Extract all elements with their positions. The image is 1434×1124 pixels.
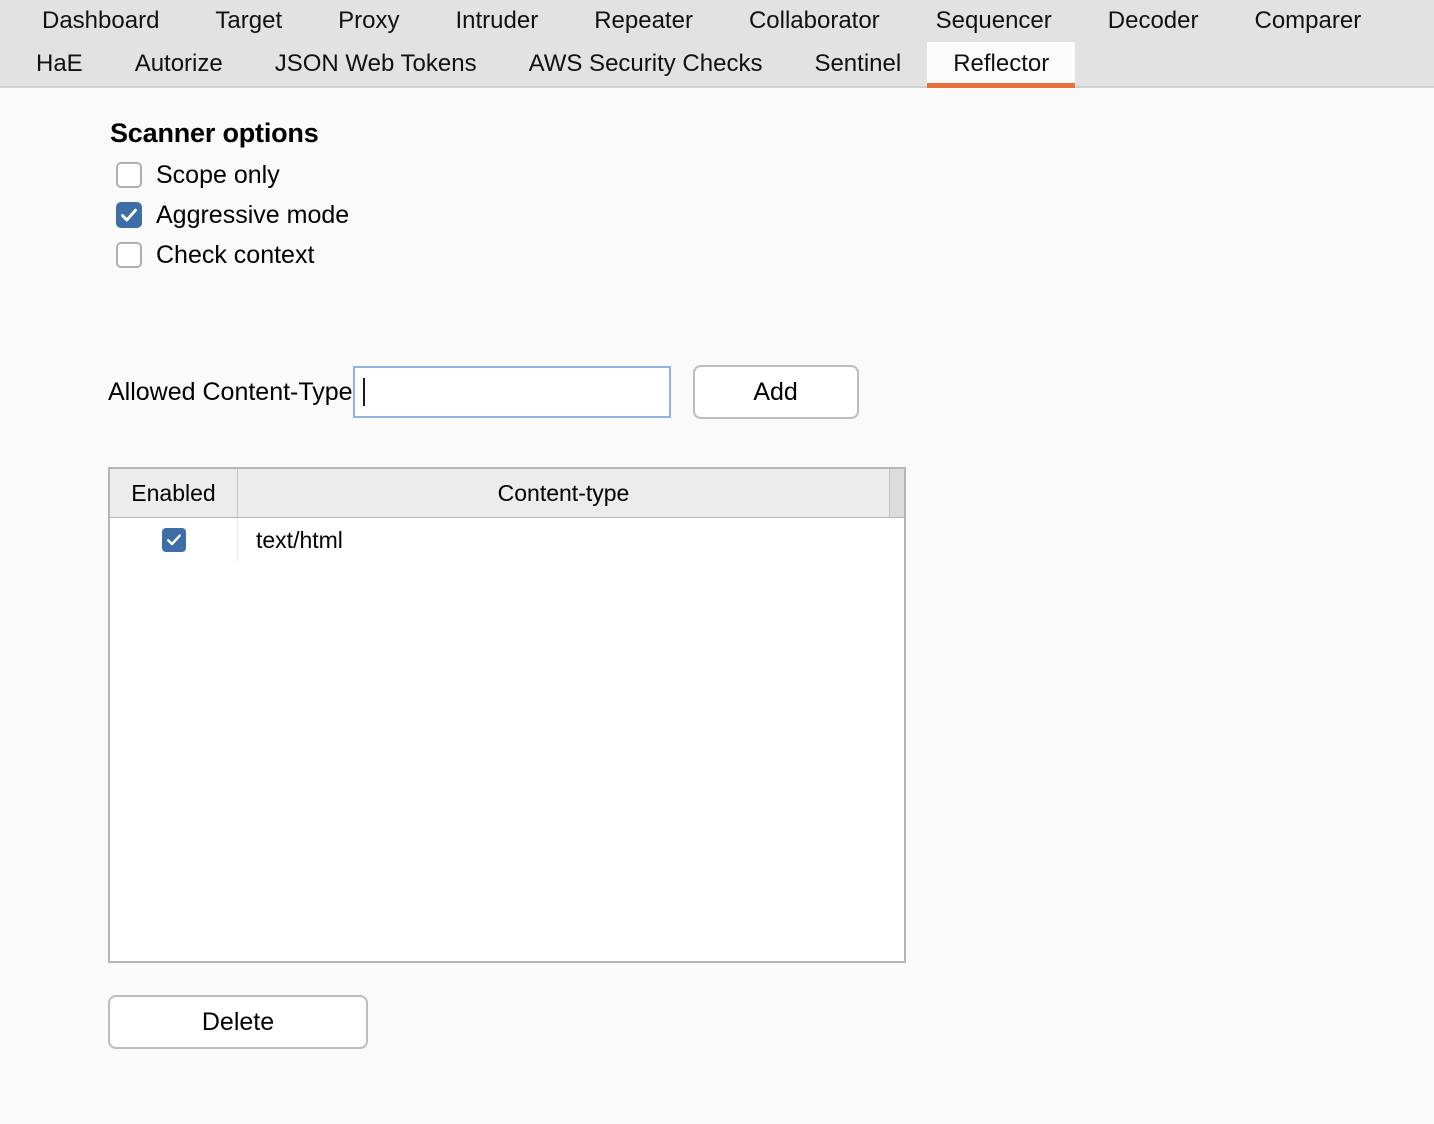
content-type-table: Enabled Content-type text/html xyxy=(108,467,906,963)
tab-proxy[interactable]: Proxy xyxy=(310,0,427,42)
table-scrollbar-corner xyxy=(890,469,904,517)
tab-json-web-tokens[interactable]: JSON Web Tokens xyxy=(249,42,503,86)
text-caret xyxy=(363,378,365,406)
check-context-label: Check context xyxy=(156,241,314,270)
table-body: text/html xyxy=(110,518,904,961)
main-tab-bar: Dashboard Target Proxy Intruder Repeater… xyxy=(0,0,1434,88)
allowed-content-type-input[interactable] xyxy=(353,366,671,418)
aggressive-mode-label: Aggressive mode xyxy=(156,201,349,230)
row-content-type-cell: text/html xyxy=(238,518,904,562)
option-check-context[interactable]: Check context xyxy=(116,235,1434,275)
tab-row-extensions: HaE Autorize JSON Web Tokens AWS Securit… xyxy=(0,42,1434,88)
add-button[interactable]: Add xyxy=(693,365,859,419)
row-enabled-cell[interactable] xyxy=(110,518,238,562)
allowed-content-type-label: Allowed Content-Type xyxy=(108,378,353,407)
check-icon xyxy=(165,531,183,549)
option-aggressive-mode[interactable]: Aggressive mode xyxy=(116,195,1434,235)
tab-autorize[interactable]: Autorize xyxy=(109,42,249,86)
table-header-row: Enabled Content-type xyxy=(110,469,904,518)
check-icon xyxy=(119,205,139,225)
tab-intruder[interactable]: Intruder xyxy=(427,0,566,42)
tab-sentinel[interactable]: Sentinel xyxy=(788,42,927,86)
row-enabled-checkbox[interactable] xyxy=(162,528,186,552)
tab-dashboard[interactable]: Dashboard xyxy=(14,0,187,42)
delete-button[interactable]: Delete xyxy=(108,995,368,1049)
scope-only-label: Scope only xyxy=(156,161,280,190)
tab-hae[interactable]: HaE xyxy=(10,42,109,86)
tab-decoder[interactable]: Decoder xyxy=(1080,0,1227,42)
tab-aws-security-checks[interactable]: AWS Security Checks xyxy=(503,42,789,86)
tab-collaborator[interactable]: Collaborator xyxy=(721,0,908,42)
aggressive-mode-checkbox[interactable] xyxy=(116,202,142,228)
tab-comparer[interactable]: Comparer xyxy=(1226,0,1389,42)
table-row[interactable]: text/html xyxy=(110,518,904,562)
tab-target[interactable]: Target xyxy=(187,0,310,42)
scope-only-checkbox[interactable] xyxy=(116,162,142,188)
tab-reflector[interactable]: Reflector xyxy=(927,42,1075,86)
tab-sequencer[interactable]: Sequencer xyxy=(908,0,1080,42)
column-header-enabled[interactable]: Enabled xyxy=(110,469,238,517)
option-scope-only[interactable]: Scope only xyxy=(116,155,1434,195)
column-header-content-type[interactable]: Content-type xyxy=(238,469,890,517)
allowed-content-type-row: Allowed Content-Type Add xyxy=(108,365,1434,419)
reflector-panel: Scanner options Scope only Aggressive mo… xyxy=(0,88,1434,1049)
tab-row-primary: Dashboard Target Proxy Intruder Repeater… xyxy=(0,0,1434,42)
scanner-options-title: Scanner options xyxy=(110,118,1434,149)
tab-repeater[interactable]: Repeater xyxy=(566,0,721,42)
check-context-checkbox[interactable] xyxy=(116,242,142,268)
